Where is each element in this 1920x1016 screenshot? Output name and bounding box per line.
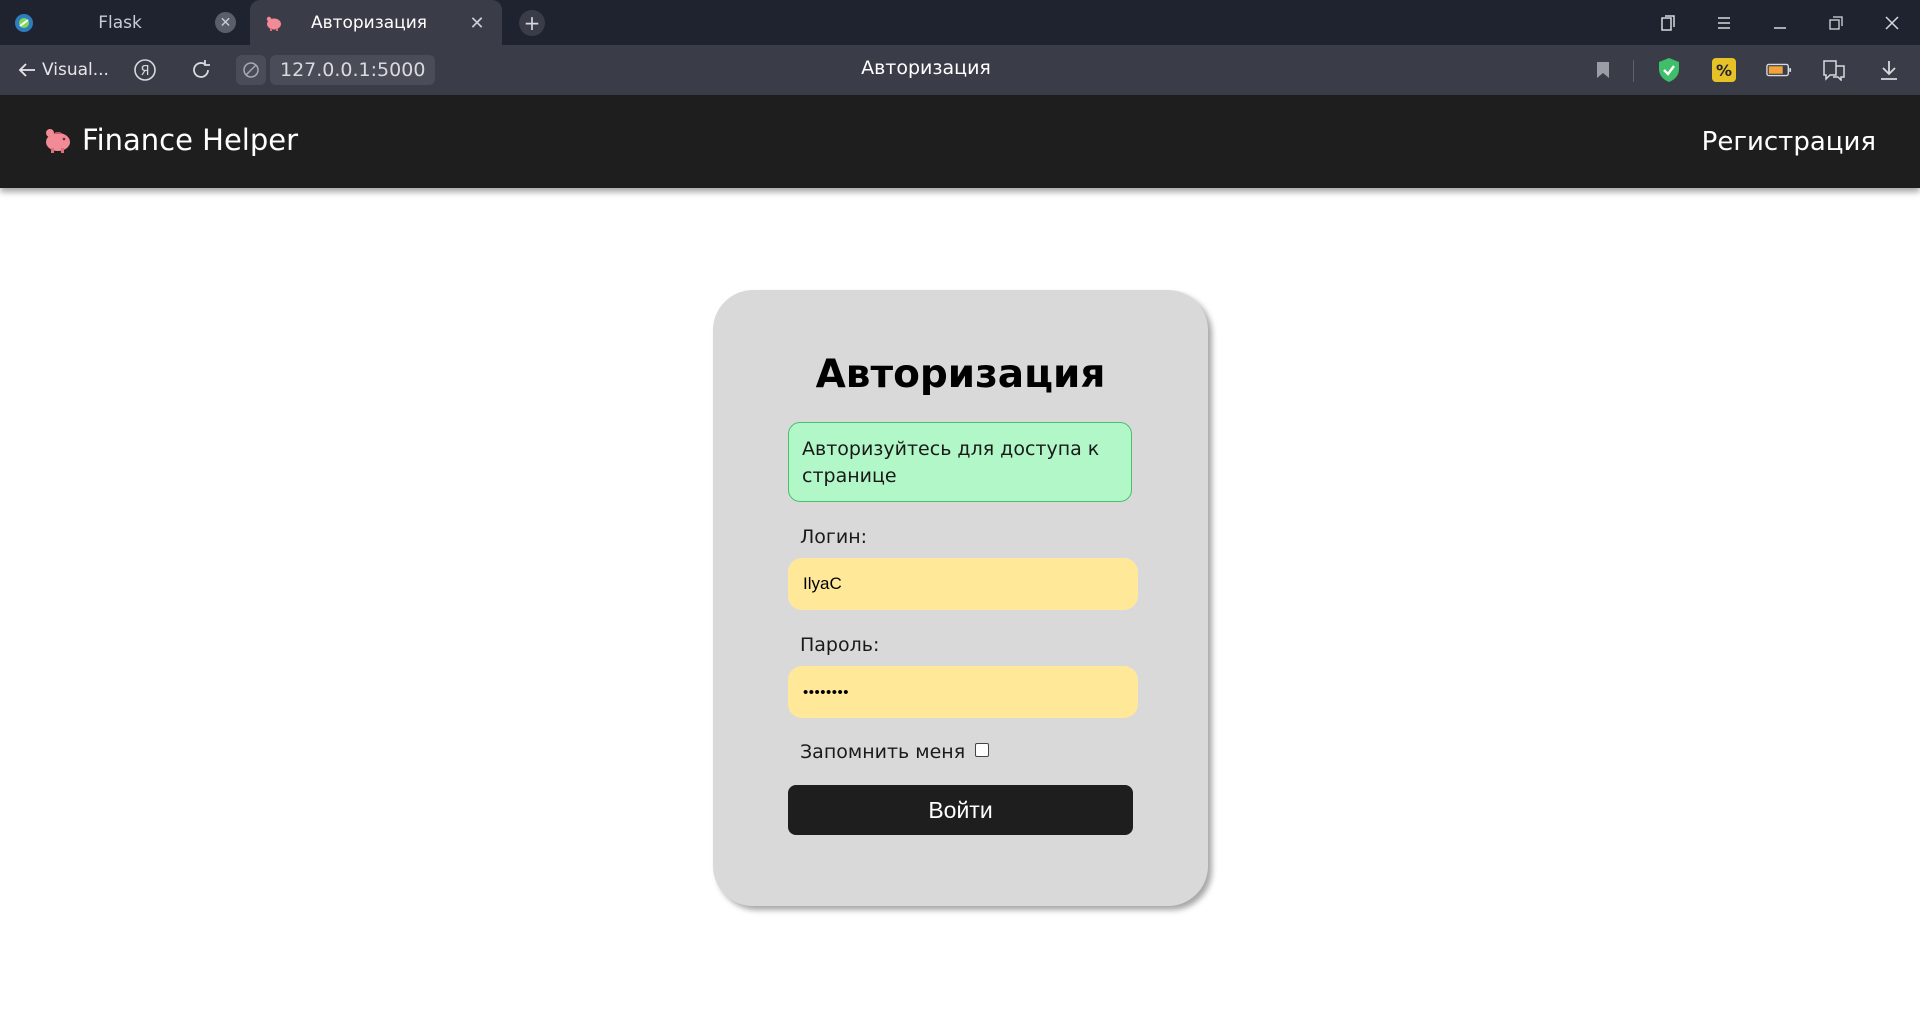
tab-close-icon[interactable]: ✕ [466,12,488,34]
minimize-icon[interactable] [1752,0,1808,45]
tab-flask[interactable]: Flask ✕ [0,0,250,45]
collections-icon[interactable] [1640,0,1696,45]
restore-icon[interactable] [1808,0,1864,45]
remember-label: Запомнить меня [800,741,966,763]
login-heading: Авторизация [815,352,1106,397]
address-bar: Visual... Я 127.0.0.1:5000 Авторизация % [0,45,1920,95]
page-title: Авторизация [861,57,991,79]
brand-name: Finance Helper [82,123,299,157]
password-input[interactable]: •••••••• [788,666,1138,718]
shield-icon[interactable] [1656,57,1682,83]
tab-close-icon[interactable]: ✕ [215,12,236,33]
discount-icon[interactable]: % [1711,57,1737,83]
login-input[interactable]: IlyaC [788,558,1138,610]
tab-authorization[interactable]: Авторизация ✕ [250,0,502,45]
flash-message: Авторизуйтесь для доступа к странице [788,422,1132,502]
svg-text:%: % [1716,61,1732,80]
window-controls [1640,0,1920,45]
download-icon[interactable] [1876,57,1902,83]
tab-label: Flask [98,12,142,33]
login-card: Авторизация Авторизуйтесь для доступа к … [713,290,1208,906]
tab-label: Авторизация [310,12,428,33]
submit-button[interactable]: Войти [788,785,1133,835]
site-header: Finance Helper Регистрация [0,95,1920,188]
close-window-icon[interactable] [1864,0,1920,45]
login-label: Логин: [800,526,868,548]
toolbar-divider [1633,60,1634,82]
bookmark-icon[interactable] [1590,57,1616,83]
menu-icon[interactable] [1696,0,1752,45]
register-link[interactable]: Регистрация [1702,127,1876,157]
browser-tab-bar: Flask ✕ Авторизация ✕ + [0,0,1920,45]
battery-icon[interactable] [1766,57,1792,83]
translate-icon[interactable] [1821,57,1847,83]
password-label: Пароль: [800,634,880,656]
remember-checkbox[interactable] [975,743,990,757]
brand-link[interactable]: Finance Helper [42,123,298,157]
remember-me: Запомнить меня [800,741,990,763]
new-tab-button[interactable]: + [519,10,545,36]
piggy-bank-icon [46,129,70,153]
